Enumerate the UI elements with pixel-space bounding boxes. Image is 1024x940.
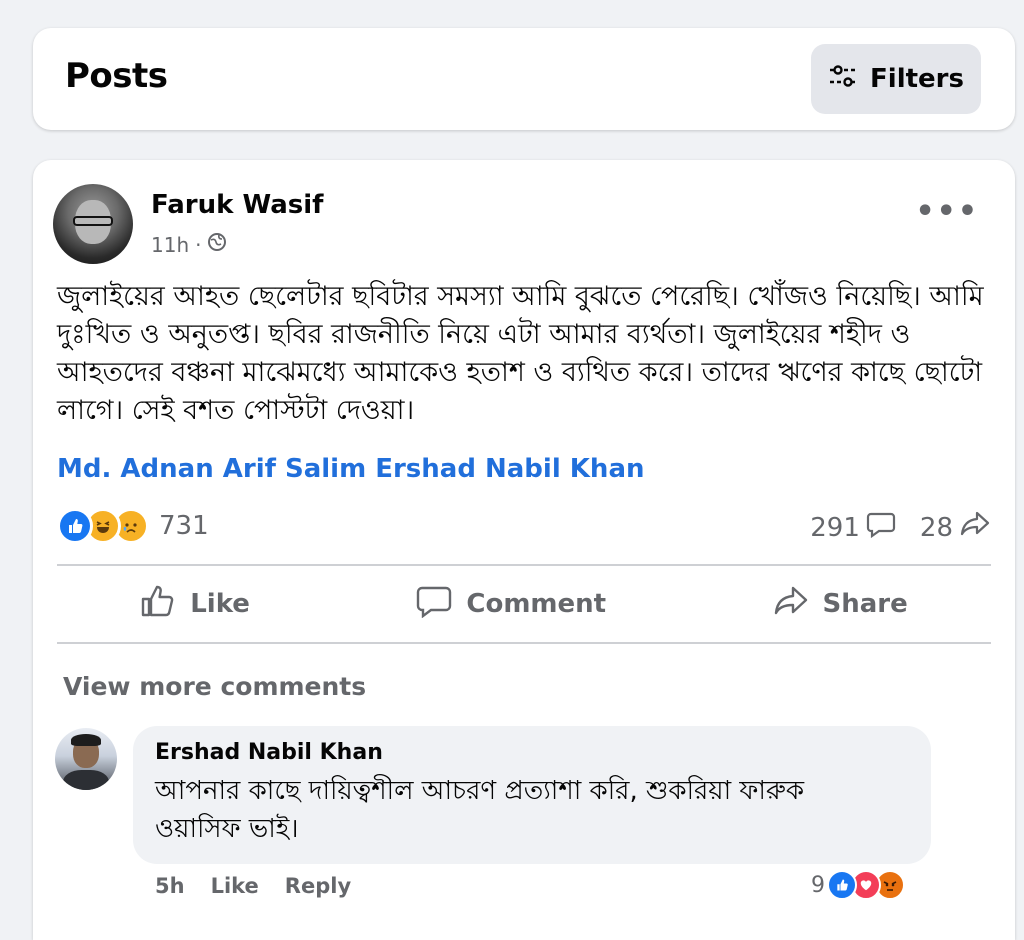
post-stats: 291 28 [810, 510, 991, 545]
commenter-avatar[interactable] [55, 728, 117, 790]
like-reaction-icon [57, 508, 93, 544]
comment-meta: 5h Like Reply [155, 874, 351, 898]
reactions-count: 731 [159, 511, 209, 541]
like-button[interactable]: Like [140, 584, 250, 625]
comment-text: আপনার কাছে দায়িত্বশীল আচরণ প্রত্যাশা কর… [155, 776, 805, 844]
comment-button[interactable]: Comment [416, 584, 606, 625]
shares-stat[interactable]: 28 [920, 510, 991, 545]
comments-stat[interactable]: 291 [810, 510, 896, 545]
post-text: জুলাইয়ের আহত ছেলেটার ছবিটার সমস্যা আমি … [57, 281, 984, 426]
filters-icon [828, 64, 858, 95]
more-options-icon[interactable]: ••• [915, 197, 979, 227]
comment-reply-button[interactable]: Reply [285, 874, 351, 898]
posts-header-card: Posts Filters [33, 28, 1015, 130]
comment-time[interactable]: 5h [155, 874, 185, 898]
comment-reactions-count: 9 [811, 872, 825, 898]
comment-like-button[interactable]: Like [211, 874, 259, 898]
post-card: Faruk Wasif 11h · ••• জুলাইয়ের আহত ছেলে… [33, 160, 1015, 940]
comments-count: 291 [810, 512, 860, 543]
comment-bubble-icon [866, 510, 896, 545]
share-arrow-icon [959, 510, 991, 545]
divider [57, 642, 991, 644]
comment-icon [416, 584, 452, 625]
post-actions-bar: Like Comment Share [57, 566, 991, 642]
filters-label: Filters [870, 64, 964, 94]
filters-button[interactable]: Filters [811, 44, 981, 114]
like-reaction-icon [827, 870, 857, 900]
shares-count: 28 [919, 512, 953, 543]
share-icon [773, 585, 809, 624]
commenter-name[interactable]: Ershad Nabil Khan [155, 740, 383, 765]
like-label: Like [190, 589, 250, 619]
thumbs-up-icon [140, 584, 176, 625]
meta-separator: · [195, 232, 202, 257]
post-meta: 11h · [151, 232, 227, 257]
comment-bubble: Ershad Nabil Khan আপনার কাছে দায়িত্বশীল… [133, 726, 931, 864]
share-label: Share [822, 589, 908, 619]
globe-icon [207, 232, 227, 257]
comment-reactions[interactable]: 9 [811, 870, 905, 900]
page-title: Posts [65, 56, 168, 96]
post-time[interactable]: 11h [151, 233, 189, 257]
author-avatar[interactable] [53, 184, 133, 264]
share-button[interactable]: Share [773, 585, 908, 624]
reactions-summary[interactable]: 731 [57, 508, 209, 544]
author-name[interactable]: Faruk Wasif [151, 190, 323, 220]
tagged-people[interactable]: Md. Adnan Arif Salim Ershad Nabil Khan [57, 454, 645, 484]
comment-label: Comment [466, 589, 607, 619]
view-more-comments-link[interactable]: View more comments [63, 672, 366, 701]
